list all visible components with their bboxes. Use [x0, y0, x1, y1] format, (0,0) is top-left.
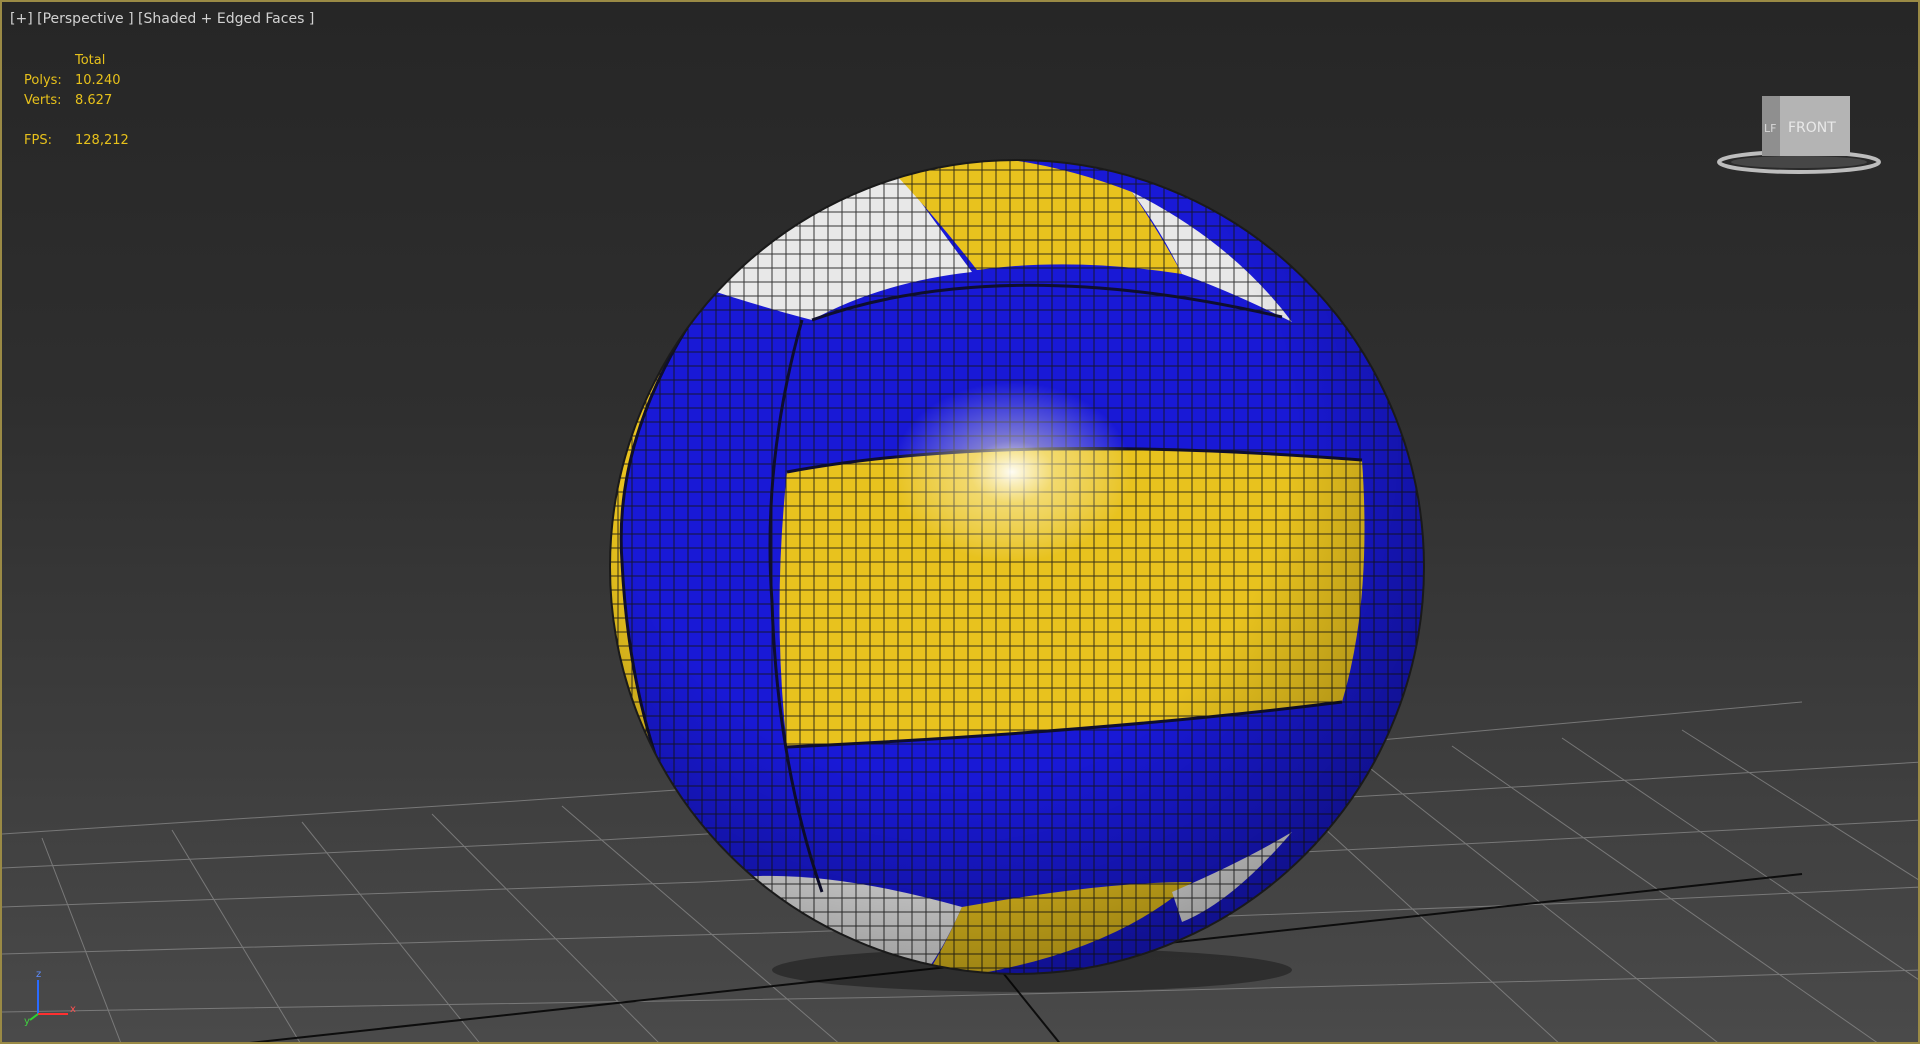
viewcube-side-label: LF	[1764, 122, 1776, 135]
volleyball-mesh[interactable]	[531, 152, 1432, 982]
scene-canvas[interactable]: z x y	[2, 2, 1920, 1044]
polys-label: Polys:	[24, 73, 62, 88]
scene-statistics: Total Polys: 10.240 Verts: 8.627 FPS: 12…	[24, 51, 129, 151]
viewcube[interactable]: LF FRONT	[1710, 90, 1888, 180]
verts-label: Verts:	[24, 93, 62, 108]
axis-y-label: y	[24, 1016, 30, 1027]
verts-value: 8.627	[75, 93, 113, 108]
axis-gizmo: z x y	[24, 969, 76, 1027]
fps-value: 128,212	[75, 133, 129, 148]
axis-z-label: z	[36, 969, 41, 980]
perspective-viewport[interactable]: z x y [+] [Perspective ] [Shaded + Edged…	[0, 0, 1920, 1044]
shading-mode-button[interactable]: [Shaded + Edged Faces ]	[138, 11, 314, 27]
stats-header: Total	[75, 53, 106, 68]
polys-value: 10.240	[75, 73, 121, 88]
view-name-button[interactable]: [Perspective ]	[37, 11, 133, 27]
viewport-label: [+] [Perspective ] [Shaded + Edged Faces…	[10, 11, 314, 27]
axis-x-label: x	[70, 1004, 76, 1015]
fps-label: FPS:	[24, 133, 52, 148]
viewport-menu-button[interactable]: [+]	[10, 11, 33, 27]
viewcube-front-label: FRONT	[1788, 120, 1836, 136]
